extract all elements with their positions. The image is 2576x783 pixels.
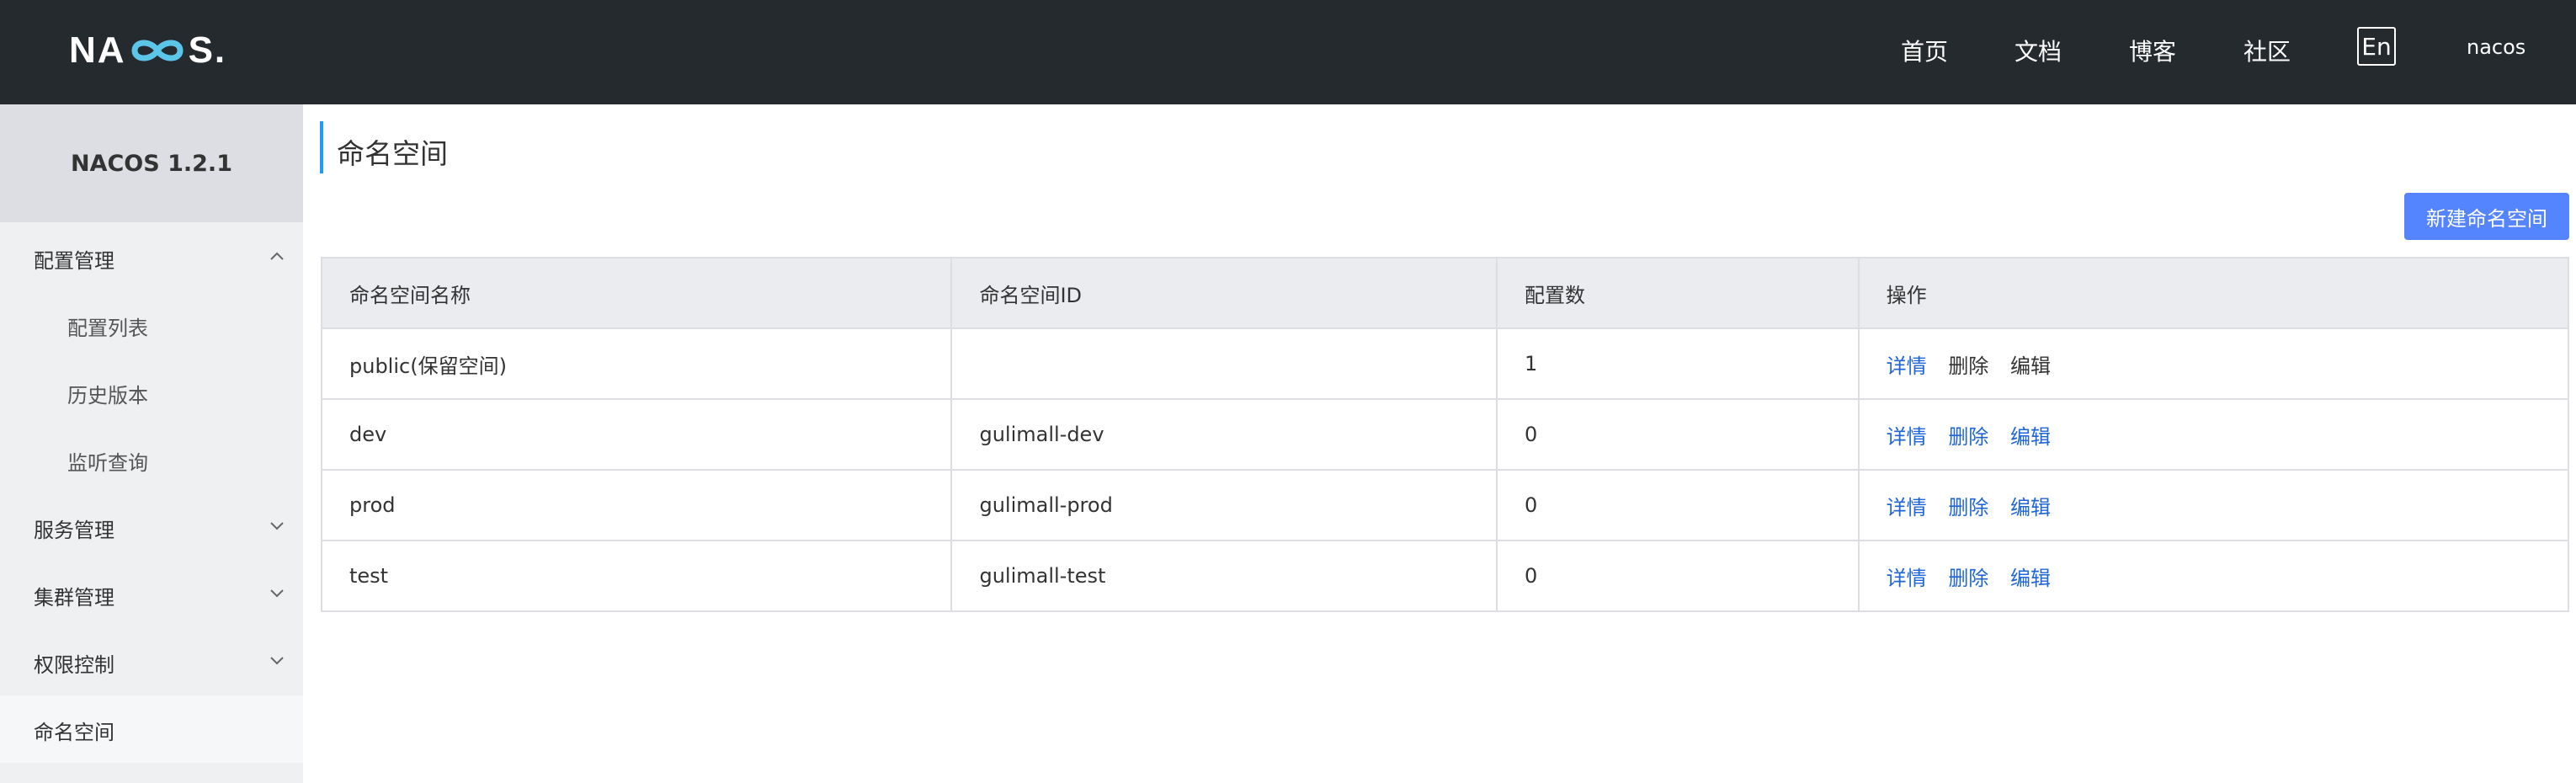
detail-link[interactable]: 详情: [1887, 567, 1927, 590]
sidebar-item-listener-query[interactable]: 监听查询: [67, 446, 148, 476]
chevron-up-icon[interactable]: [268, 247, 286, 265]
namespace-id-cell: gulimall-dev: [950, 398, 1498, 471]
top-header: NA S. 首页 文档 博客 社区 En nacos: [0, 0, 2576, 104]
sidebar-item-namespace[interactable]: 命名空间: [34, 716, 114, 745]
nacos-logo[interactable]: NA S.: [69, 25, 226, 76]
namespace-name-cell: prod: [320, 469, 953, 541]
table-row: public(保留空间) 1 详情 删除 编辑: [320, 328, 2570, 400]
column-header-actions: 操作: [1857, 257, 2570, 329]
sidebar-item-history[interactable]: 历史版本: [67, 379, 148, 408]
config-count-cell: 0: [1496, 540, 1860, 612]
chevron-down-icon[interactable]: [268, 516, 286, 535]
edit-link[interactable]: 编辑: [2010, 496, 2051, 519]
column-header-count: 配置数: [1496, 257, 1860, 329]
detail-link[interactable]: 详情: [1887, 354, 1927, 378]
logo-text-s: S.: [188, 29, 227, 71]
config-count-cell: 0: [1496, 398, 1860, 471]
actions-cell: 详情 删除 编辑: [1857, 540, 2570, 612]
nav-blog[interactable]: 博客: [2129, 34, 2176, 67]
logo-infinity-icon: [128, 34, 187, 67]
edit-link[interactable]: 编辑: [2010, 567, 2051, 590]
delete-link-disabled: 删除: [1948, 354, 1989, 378]
table-header-row: 命名空间名称 命名空间ID 配置数 操作: [320, 257, 2570, 329]
chevron-down-icon[interactable]: [268, 583, 286, 602]
namespace-id-cell: gulimall-prod: [950, 469, 1498, 541]
sidebar: NACOS 1.2.1 配置管理 配置列表 历史版本 监听查询 服务管理 集群管…: [0, 104, 303, 783]
delete-link[interactable]: 删除: [1948, 496, 1988, 519]
table-row: dev gulimall-dev 0 详情 删除 编辑: [320, 398, 2570, 471]
page-title: 命名空间: [337, 137, 448, 170]
sidebar-item-config-list[interactable]: 配置列表: [67, 312, 148, 341]
column-header-name: 命名空间名称: [320, 257, 953, 329]
delete-link[interactable]: 删除: [1948, 425, 1988, 449]
delete-link[interactable]: 删除: [1948, 567, 1988, 590]
sidebar-group-cluster[interactable]: 集群管理: [34, 581, 114, 610]
namespace-name-cell: test: [320, 540, 953, 612]
language-toggle-button[interactable]: En: [2357, 27, 2396, 66]
namespace-name-cell: dev: [320, 398, 953, 471]
namespace-table: 命名空间名称 命名空间ID 配置数 操作 public(保留空间) 1 详情 删…: [320, 257, 2570, 612]
table-row: prod gulimall-prod 0 详情 删除 编辑: [320, 469, 2570, 541]
actions-cell: 详情 删除 编辑: [1857, 328, 2570, 400]
detail-link[interactable]: 详情: [1887, 496, 1927, 519]
page-title-accent-bar: [320, 121, 323, 173]
edit-link[interactable]: 编辑: [2010, 425, 2051, 449]
sidebar-group-service[interactable]: 服务管理: [34, 514, 114, 543]
nav-docs[interactable]: 文档: [2014, 34, 2062, 67]
column-header-id: 命名空间ID: [950, 257, 1498, 329]
user-menu[interactable]: nacos: [2467, 35, 2525, 59]
chevron-down-icon[interactable]: [268, 651, 286, 669]
sidebar-group-permission[interactable]: 权限控制: [34, 648, 114, 678]
namespace-id-cell: gulimall-test: [950, 540, 1498, 612]
edit-link-disabled: 编辑: [2009, 354, 2051, 378]
sidebar-title: NACOS 1.2.1: [0, 104, 303, 222]
actions-cell: 详情 删除 编辑: [1857, 469, 2570, 541]
actions-cell: 详情 删除 编辑: [1857, 398, 2570, 471]
logo-text-na: NA: [69, 29, 126, 71]
namespace-name-cell: public(保留空间): [320, 328, 953, 400]
nav-community[interactable]: 社区: [2243, 34, 2291, 67]
namespace-id-cell: [950, 328, 1498, 400]
table-row: test gulimall-test 0 详情 删除 编辑: [320, 540, 2570, 612]
sidebar-group-config[interactable]: 配置管理: [34, 244, 114, 274]
detail-link[interactable]: 详情: [1887, 425, 1927, 449]
config-count-cell: 0: [1496, 469, 1860, 541]
nav-home[interactable]: 首页: [1901, 34, 1948, 67]
new-namespace-button[interactable]: 新建命名空间: [2404, 193, 2569, 240]
config-count-cell: 1: [1496, 328, 1860, 400]
